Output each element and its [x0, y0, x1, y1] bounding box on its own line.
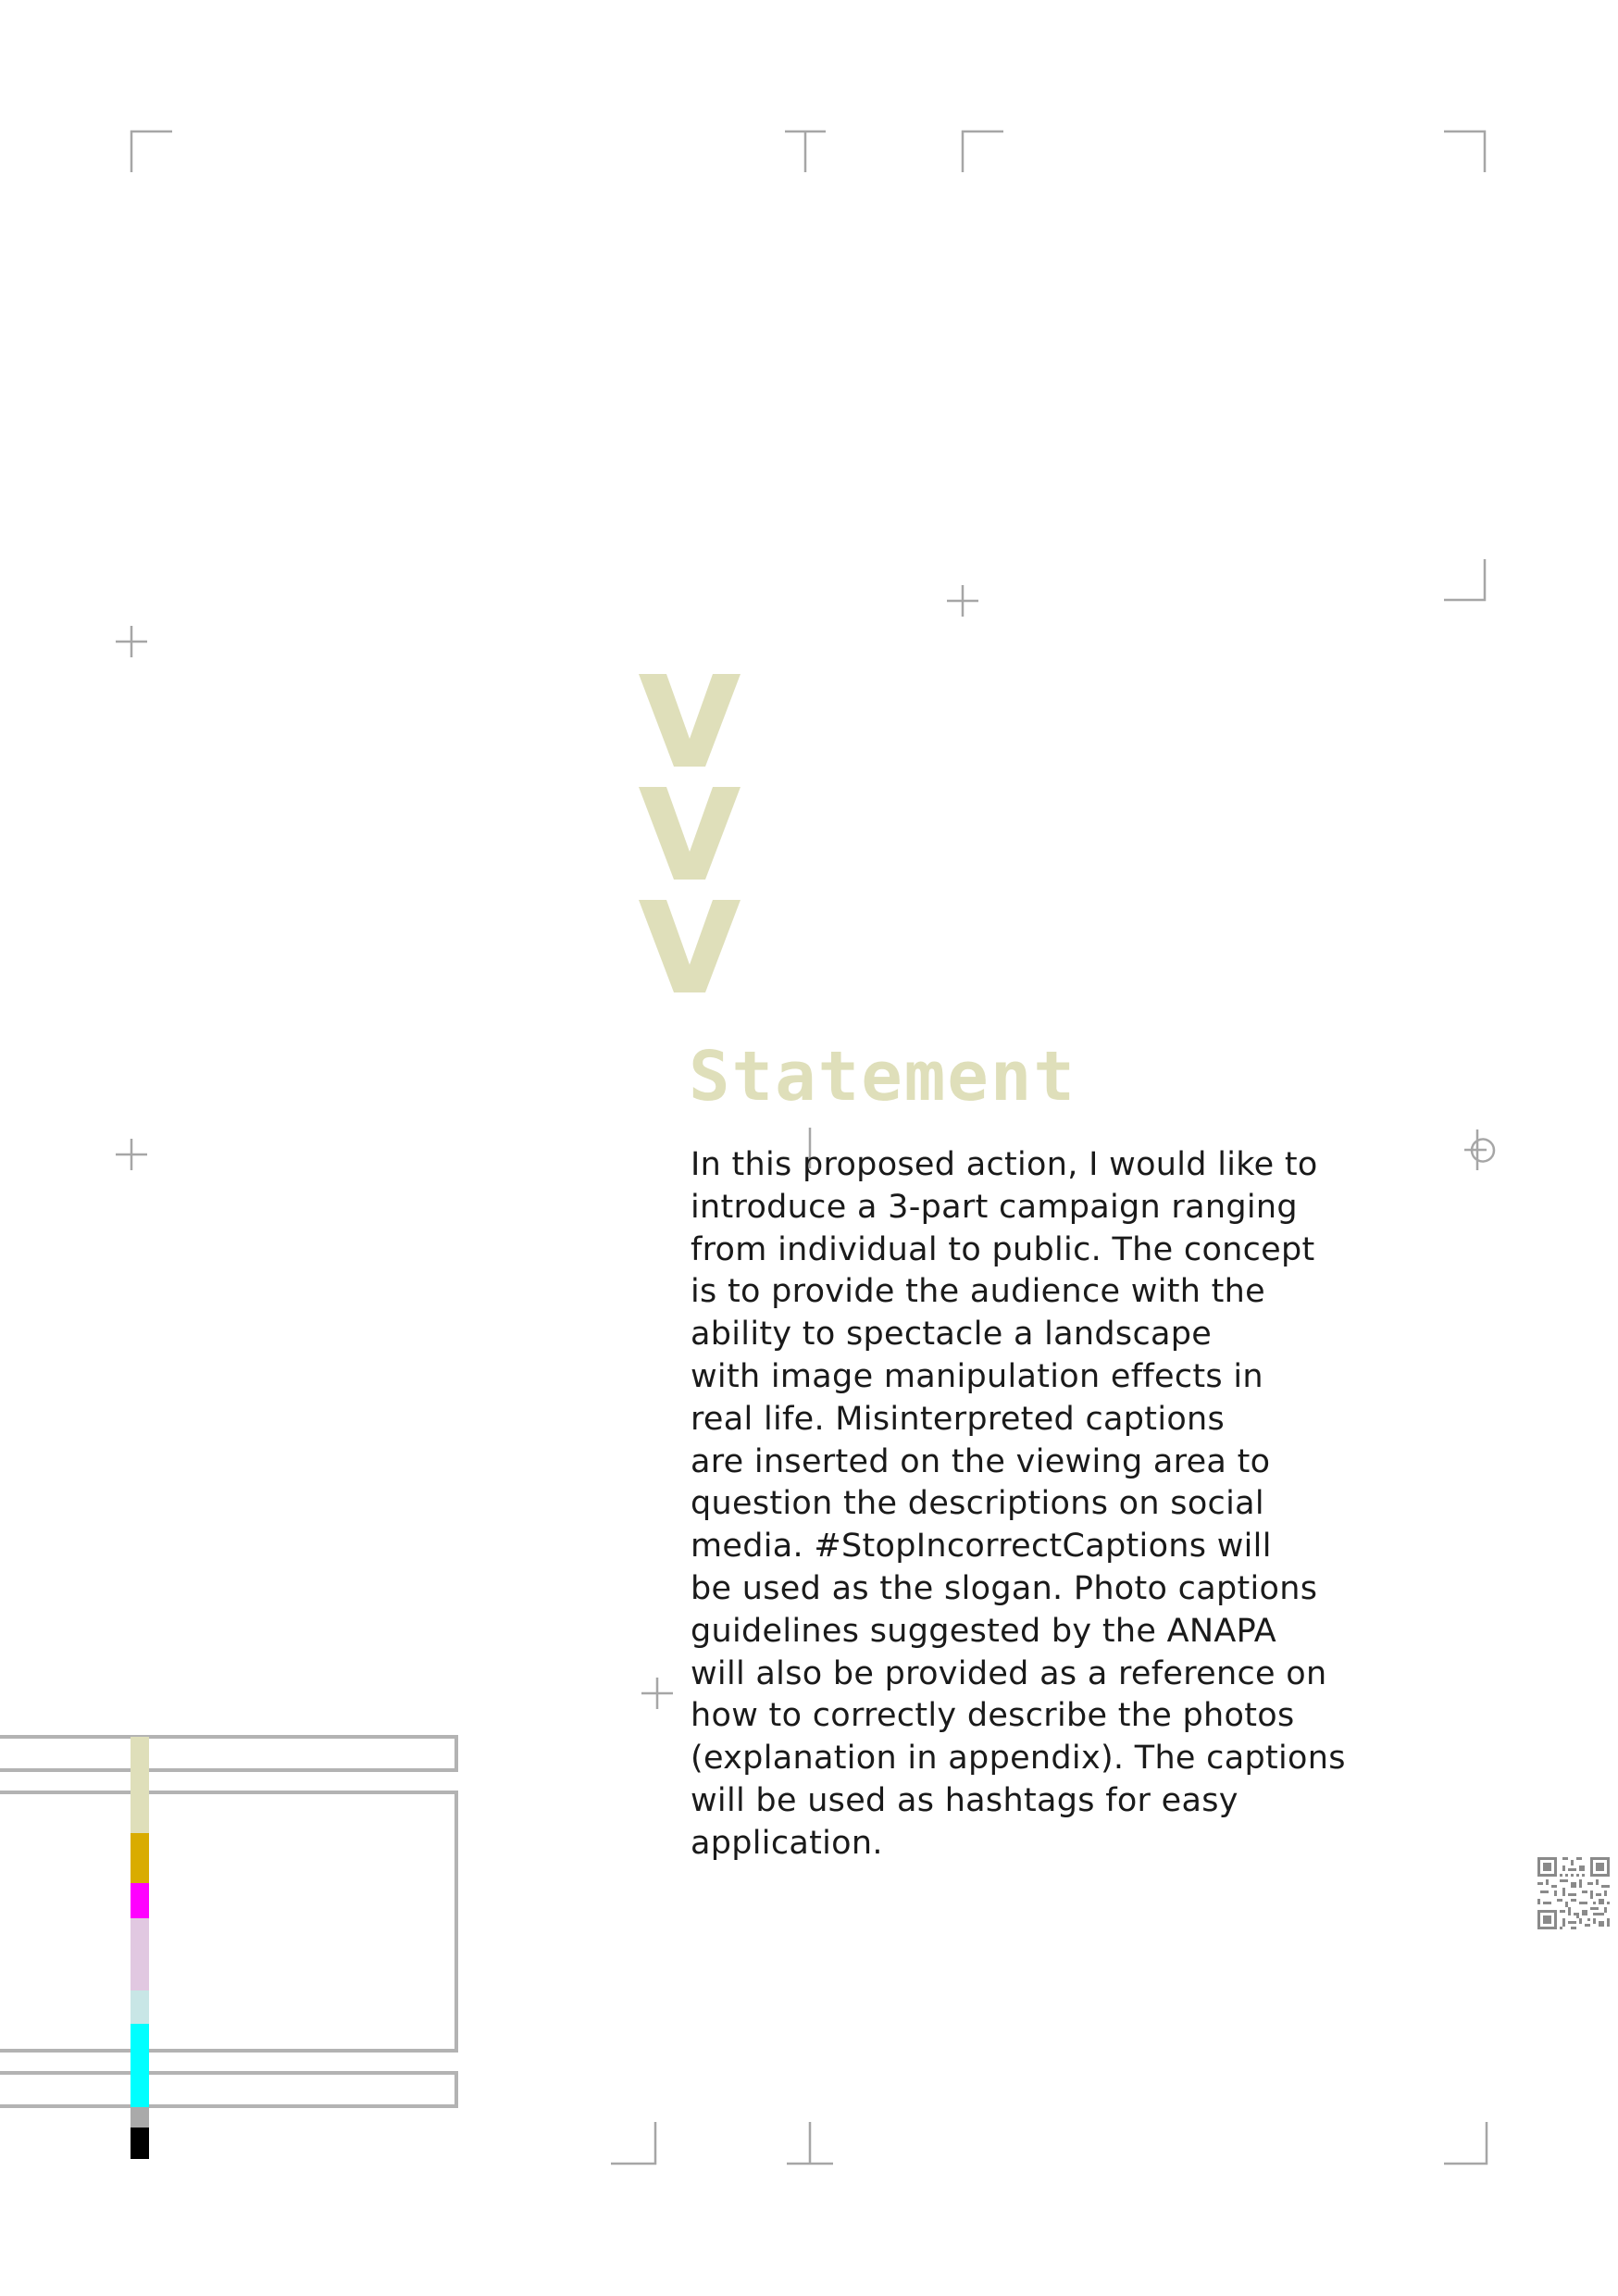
- guide-box-bottom: [0, 2071, 458, 2108]
- swatch-light-magenta: [131, 1918, 149, 1990]
- swatch-gray: [131, 2107, 149, 2128]
- swatch-magenta: [131, 1883, 149, 1918]
- swatch-light-cyan: [131, 1990, 149, 2024]
- swatch-accent: [131, 1737, 149, 1833]
- swatch-cyan: [131, 2024, 149, 2107]
- swatch-black: [131, 2128, 149, 2159]
- guide-box-middle: [0, 1791, 458, 2053]
- qr-code-icon: [1537, 1857, 1610, 1929]
- document-page: Statement In this proposed action, I wou…: [0, 0, 1618, 2296]
- guide-box-top: [0, 1735, 458, 1772]
- swatch-yellow: [131, 1833, 149, 1883]
- color-calibration-bar: [0, 1735, 458, 2159]
- color-swatches: [131, 1737, 149, 2159]
